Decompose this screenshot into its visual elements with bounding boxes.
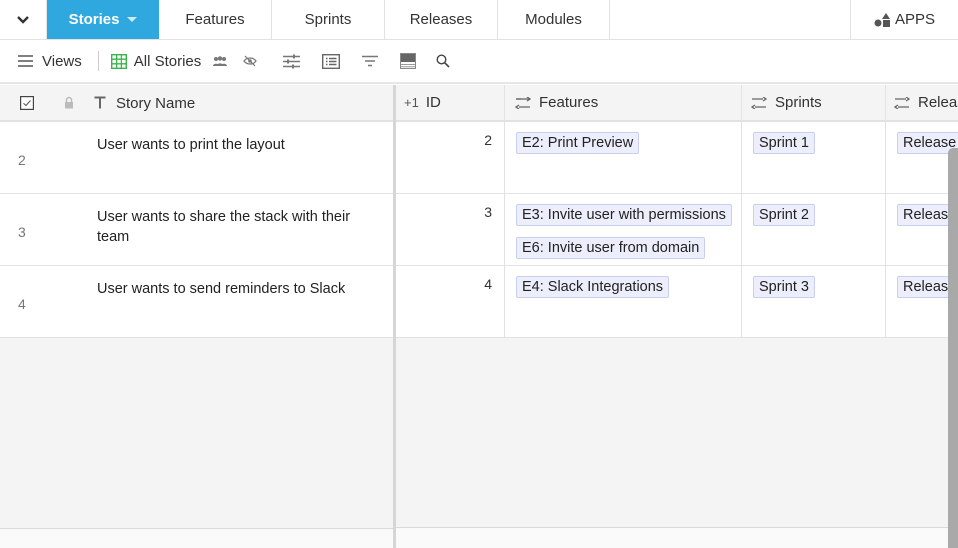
lock-icon (64, 96, 74, 109)
column-header-label: Releas (918, 94, 958, 111)
tab-modules[interactable]: Modules (498, 0, 610, 39)
story-name-cell[interactable]: User wants to print the layout (97, 135, 367, 155)
tab-label: Releases (409, 11, 473, 28)
id-value: 4 (484, 276, 492, 292)
column-header-label: Features (539, 94, 599, 111)
table-row[interactable]: 3 User wants to share the stack with the… (0, 194, 393, 266)
tab-label: Modules (525, 11, 582, 28)
column-header-features[interactable]: Features (505, 85, 742, 120)
features-cell[interactable]: E2: Print Preview (505, 122, 742, 194)
row-number: 4 (18, 296, 26, 312)
text-type-icon (94, 96, 106, 109)
autonumber-icon: +1 (404, 95, 419, 110)
tab-features[interactable]: Features (159, 0, 272, 39)
grid-icon (110, 53, 127, 69)
frozen-footer (0, 528, 393, 548)
sprints-cell[interactable]: Sprint 1 (742, 122, 886, 194)
sprints-cell[interactable]: Sprint 3 (742, 266, 886, 338)
id-value: 2 (484, 132, 492, 148)
feature-chip[interactable]: E4: Slack Integrations (516, 276, 670, 298)
current-view-label: All Stories (133, 52, 202, 70)
column-header-id[interactable]: +1 ID (396, 85, 505, 120)
row-height-icon[interactable] (400, 53, 417, 69)
table-row[interactable]: 2 User wants to print the layout (0, 122, 393, 194)
frozen-header-row: Story Name (0, 85, 393, 122)
link-icon (751, 96, 767, 109)
chevron-down-icon (16, 12, 30, 28)
footer (396, 527, 958, 548)
collapse-button[interactable] (0, 0, 47, 39)
menu-icon (18, 55, 33, 67)
apps-icon (874, 12, 891, 28)
tab-label: Sprints (304, 11, 352, 28)
vertical-scrollbar[interactable] (948, 148, 958, 548)
apps-label: APPS (894, 11, 936, 28)
feature-chip[interactable]: E3: Invite user with permissions (516, 204, 732, 226)
column-header-story-name[interactable]: Story Name (116, 95, 195, 112)
table-row[interactable]: 2 E2: Print Preview Sprint 1 Release v (396, 122, 958, 194)
table-tabs: Stories Features Sprints Releases Module… (0, 0, 958, 40)
users-icon[interactable] (212, 55, 228, 67)
current-view-selector[interactable]: All Stories (110, 52, 202, 70)
link-icon (894, 96, 910, 109)
list-icon[interactable] (322, 53, 341, 69)
column-header-releases[interactable]: Releas (886, 85, 958, 120)
id-cell[interactable]: 2 (396, 122, 505, 194)
feature-chip[interactable]: E2: Print Preview (516, 132, 640, 154)
select-all-checkbox[interactable] (20, 96, 34, 110)
eye-off-icon[interactable] (243, 54, 258, 68)
story-name-cell[interactable]: User wants to share the stack with their… (97, 207, 367, 247)
scrollable-grid: +1 ID Features Sprints Releas 2 E2: (396, 85, 958, 548)
row-number: 3 (18, 224, 26, 240)
views-label: Views (42, 52, 82, 70)
table-row[interactable]: 4 User wants to send reminders to Slack (0, 266, 393, 338)
features-cell[interactable]: E3: Invite user with permissions E6: Inv… (505, 194, 742, 266)
column-header-label: ID (425, 94, 441, 111)
tab-sprints[interactable]: Sprints (272, 0, 385, 39)
header-row: +1 ID Features Sprints Releas (396, 85, 958, 122)
views-button[interactable]: Views (18, 53, 82, 70)
row-number: 2 (18, 152, 26, 168)
feature-chip[interactable]: E6: Invite user from domain (516, 237, 706, 259)
column-header-label: Sprints (775, 94, 822, 111)
id-cell[interactable]: 4 (396, 266, 505, 338)
apps-button[interactable]: APPS (850, 0, 958, 39)
story-name-cell[interactable]: User wants to send reminders to Slack (97, 279, 367, 299)
sprint-chip[interactable]: Sprint 2 (753, 204, 815, 226)
tab-label: Features (185, 11, 245, 28)
link-icon (515, 96, 531, 109)
table-row[interactable]: 4 E4: Slack Integrations Sprint 3 Releas… (396, 266, 958, 338)
table-row[interactable]: 3 E3: Invite user with permissions E6: I… (396, 194, 958, 266)
column-header-sprints[interactable]: Sprints (742, 85, 886, 120)
sliders-icon[interactable] (283, 54, 301, 69)
id-cell[interactable]: 3 (396, 194, 505, 266)
tab-releases[interactable]: Releases (385, 0, 498, 39)
sprints-cell[interactable]: Sprint 2 (742, 194, 886, 266)
toolbar-divider (97, 51, 99, 71)
tab-stories[interactable]: Stories (47, 0, 159, 39)
features-cell[interactable]: E4: Slack Integrations (505, 266, 742, 338)
tab-label: Stories (68, 11, 120, 28)
sprint-chip[interactable]: Sprint 1 (753, 132, 815, 154)
sprint-chip[interactable]: Sprint 3 (753, 276, 815, 298)
search-icon[interactable] (436, 54, 450, 68)
toolbar: Views All Stories (0, 40, 958, 84)
frozen-grid: Story Name 2 User wants to print the lay… (0, 85, 393, 548)
filter-icon[interactable] (362, 55, 379, 67)
id-value: 3 (484, 204, 492, 220)
caret-down-icon[interactable] (127, 17, 138, 22)
